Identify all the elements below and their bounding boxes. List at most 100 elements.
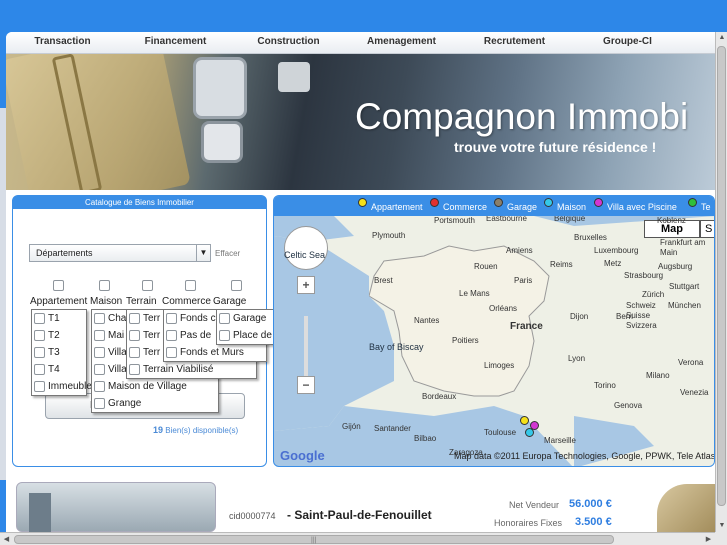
catalog-title: Catalogue de Biens Immobilier [13, 196, 266, 209]
maison-checkbox[interactable] [99, 280, 110, 291]
type-label-appartement: Appartement [30, 296, 88, 307]
horizontal-scrollbar[interactable]: ◀ ||| ▶ [0, 532, 715, 545]
map-city: Poitiers [452, 336, 479, 345]
option-label: T2 [48, 330, 60, 341]
type-label-maison: Maison [90, 296, 123, 307]
commerce-checkbox[interactable] [185, 280, 196, 291]
departements-select[interactable]: Départements ▼ [29, 244, 211, 262]
option-fonds-murs[interactable]: Fonds et Murs [164, 344, 266, 361]
horizontal-scroll-thumb[interactable]: ||| [14, 535, 614, 544]
option-checkbox[interactable] [129, 330, 140, 341]
option-checkbox[interactable] [129, 347, 140, 358]
map-attribution: Map data ©2011 Europa Technologies, Goog… [454, 451, 715, 461]
garage-checkbox[interactable] [231, 280, 242, 291]
vertical-scroll-thumb[interactable] [717, 46, 726, 506]
scroll-right-icon[interactable]: ▶ [702, 533, 715, 545]
option-label: Grange [108, 398, 142, 409]
effacer-link[interactable]: Effacer [215, 249, 240, 258]
option-checkbox[interactable] [34, 381, 45, 392]
option-checkbox[interactable] [219, 330, 230, 341]
option-checkbox[interactable] [94, 347, 105, 358]
option-checkbox[interactable] [166, 347, 177, 358]
option-immeuble[interactable]: Immeuble [32, 378, 92, 395]
legend-label: Maison [557, 202, 587, 212]
map-city: Verona [678, 358, 704, 367]
option-label: Fonds et Murs [180, 347, 244, 358]
listing-thumbnail[interactable] [657, 484, 721, 532]
nav-transaction[interactable]: Transaction [6, 32, 119, 53]
option-checkbox[interactable] [94, 381, 105, 392]
departements-select-value: Départements [36, 248, 93, 258]
option-t1[interactable]: T1 [32, 310, 86, 327]
map-type-satellite-button[interactable]: S [700, 220, 714, 238]
nav-recrutement[interactable]: Recrutement [458, 32, 571, 53]
nav-construction[interactable]: Construction [232, 32, 345, 53]
legend-label: Garage [507, 202, 538, 212]
option-terrain-viabilise[interactable]: Terrain Viabilisé [127, 361, 256, 378]
option-t4[interactable]: T4 [32, 361, 86, 378]
option-label: Terr [143, 347, 161, 358]
option-label: Mai [108, 330, 125, 341]
option-t3[interactable]: T3 [32, 344, 86, 361]
listing-id: cid0000774 [229, 511, 276, 521]
map-city: Stuttgart [669, 282, 700, 291]
nav-amenagement[interactable]: Amenagement [345, 32, 458, 53]
zoom-out-button[interactable]: − [297, 376, 315, 394]
scroll-down-icon[interactable]: ▼ [716, 520, 727, 532]
map-marker-appartement[interactable] [520, 416, 529, 425]
vertical-scrollbar[interactable]: ▲ ▼ [715, 32, 727, 532]
map-city: Paris [514, 276, 533, 285]
listing-row[interactable]: cid0000774 - Saint-Paul-de-Fenouillet Ne… [12, 479, 721, 532]
option-label: T1 [48, 313, 60, 324]
listing-photo[interactable] [16, 482, 216, 532]
map-city: Bilbao [414, 434, 437, 443]
listing-city[interactable]: - Saint-Paul-de-Fenouillet [287, 508, 432, 522]
banner-subtitle: trouve votre future résidence ! [454, 139, 657, 155]
option-checkbox[interactable] [219, 313, 230, 324]
option-label: Fonds c [180, 313, 216, 324]
listing-separator: - [287, 508, 291, 522]
google-logo: Google [280, 448, 325, 463]
banner-card-image [6, 54, 191, 190]
option-checkbox[interactable] [129, 364, 140, 375]
available-count-text: 19 Bien(s) disponible(s) [153, 425, 238, 435]
chevron-down-icon[interactable]: ▼ [196, 245, 210, 261]
banner-key-image [204, 124, 240, 160]
map-city: Gijón [342, 422, 361, 431]
option-label: Terr [143, 330, 161, 341]
map-marker-maison[interactable] [525, 428, 534, 437]
type-label-commerce: Commerce [162, 296, 211, 307]
option-checkbox[interactable] [34, 347, 45, 358]
available-count: 19 [153, 425, 164, 435]
option-grange[interactable]: Grange [92, 395, 218, 412]
option-checkbox[interactable] [34, 364, 45, 375]
option-checkbox[interactable] [129, 313, 140, 324]
nav-groupe-ci[interactable]: Groupe-CI [571, 32, 684, 53]
map-panel: + − Map S Celtic Sea Bay of Biscay Franc… [273, 195, 715, 467]
map-city: Milano [646, 371, 670, 380]
appartement-options: T1 T2 T3 T4 Immeuble [31, 309, 92, 396]
terrain-checkbox[interactable] [142, 280, 153, 291]
option-checkbox[interactable] [166, 313, 177, 324]
option-label: Villa [108, 347, 127, 358]
scroll-left-icon[interactable]: ◀ [0, 533, 13, 545]
zoom-in-button[interactable]: + [297, 276, 315, 294]
pan-control[interactable] [284, 226, 328, 270]
option-t2[interactable]: T2 [32, 327, 86, 344]
option-checkbox[interactable] [94, 313, 105, 324]
legend-label: Te [701, 202, 711, 212]
zoom-slider[interactable] [304, 316, 308, 376]
nav-financement[interactable]: Financement [119, 32, 232, 53]
option-checkbox[interactable] [94, 364, 105, 375]
option-label: Terr [143, 313, 161, 324]
option-checkbox[interactable] [166, 330, 177, 341]
option-checkbox[interactable] [94, 398, 105, 409]
option-label: Terrain Viabilisé [143, 364, 214, 375]
scroll-up-icon[interactable]: ▲ [716, 32, 727, 44]
option-maison-village[interactable]: Maison de Village [92, 378, 218, 395]
map-canvas[interactable]: + − Map S Celtic Sea Bay of Biscay Franc… [274, 214, 715, 466]
option-checkbox[interactable] [94, 330, 105, 341]
option-checkbox[interactable] [34, 313, 45, 324]
option-checkbox[interactable] [34, 330, 45, 341]
appartement-checkbox[interactable] [53, 280, 64, 291]
